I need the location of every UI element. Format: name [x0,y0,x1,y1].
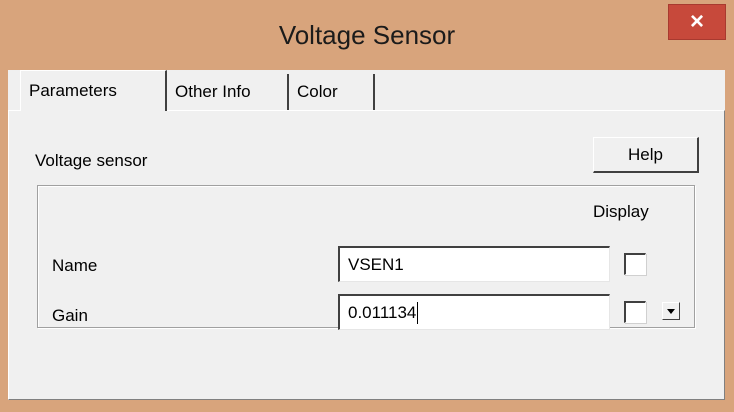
display-column-header: Display [593,202,649,221]
tab-color[interactable]: Color [289,74,375,110]
close-icon: × [689,8,704,35]
name-input-value: VSEN1 [348,254,404,274]
dialog-client-area: Parameters Other Info Color Voltage sens… [8,70,725,400]
name-display-checkbox[interactable] [624,253,646,275]
gain-display-checkbox[interactable] [624,301,646,323]
text-caret [417,301,419,324]
tab-color-label: Color [297,82,338,101]
parameters-panel: Voltage sensor Help Display Name VSEN1 G… [8,110,725,400]
component-description: Voltage sensor [35,151,148,170]
tab-other-info-label: Other Info [175,82,251,101]
gain-input-value: 0.011134 [348,302,417,322]
chevron-down-icon [667,308,675,314]
name-input[interactable]: VSEN1 [338,246,610,282]
title-bar[interactable]: Voltage Sensor × [0,0,734,70]
tab-parameters-label: Parameters [29,81,117,100]
close-button[interactable]: × [668,4,726,40]
help-button[interactable]: Help [593,137,699,173]
gain-dropdown-button[interactable] [662,302,680,320]
tab-other-info[interactable]: Other Info [167,74,289,110]
gain-input[interactable]: 0.011134 [338,294,610,330]
tab-parameters[interactable]: Parameters [20,70,167,111]
tab-strip: Parameters Other Info Color [8,70,725,112]
gain-label: Gain [52,306,88,325]
name-label: Name [52,256,98,275]
voltage-sensor-dialog: Voltage Sensor × Parameters Other Info C… [0,0,734,412]
parameters-group-box: Display Name VSEN1 Gain 0.011134 [37,185,695,330]
window-title: Voltage Sensor [278,20,456,50]
